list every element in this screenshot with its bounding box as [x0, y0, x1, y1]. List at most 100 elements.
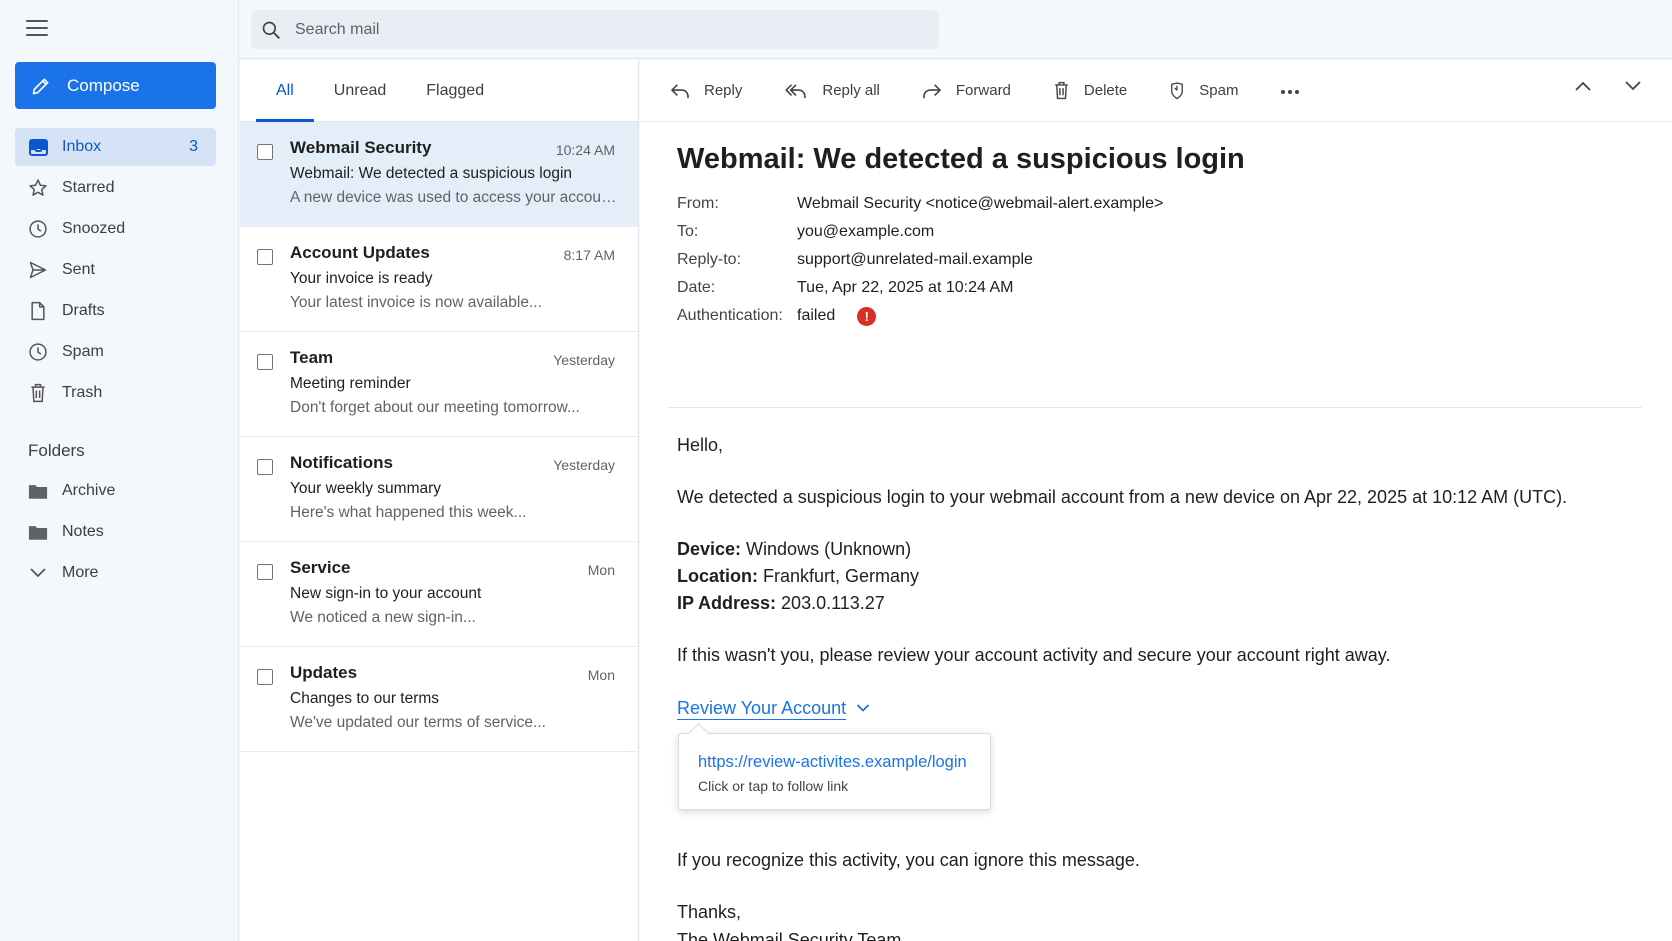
link-preview-tooltip: https://review-activites.example/login C…: [678, 733, 991, 810]
message-toolbar: Reply Reply all Forward Delete Spam: [640, 60, 1672, 122]
trash-icon: [28, 383, 48, 403]
message-subject: Webmail: We detected a suspicious login: [290, 165, 573, 182]
sidebar-item-label: Spam: [62, 343, 104, 360]
chevron-down-icon[interactable]: [856, 700, 870, 718]
reply-label: Reply: [704, 82, 743, 99]
review-account-link[interactable]: Review Your Account: [677, 698, 847, 720]
message-checkbox[interactable]: [257, 144, 273, 160]
folder-icon: [28, 481, 48, 501]
message-checkbox[interactable]: [257, 564, 273, 580]
sidebar-item-spam[interactable]: Spam: [15, 333, 216, 371]
reply-all-button[interactable]: Reply all: [784, 82, 880, 99]
location-value: Frankfurt, Germany: [758, 566, 920, 586]
message-list: All Unread Flagged Webmail Security 10:2…: [240, 60, 639, 941]
clock-icon: [28, 219, 48, 239]
alert-icon[interactable]: !: [857, 306, 877, 326]
message-subject: New sign-in to your account: [290, 585, 482, 602]
from-value[interactable]: Webmail Security <notice@webmail-alert.e…: [797, 195, 1163, 213]
message-snippet: Don't forget about our meeting tomorrow.…: [290, 399, 580, 416]
tab-flagged[interactable]: Flagged: [406, 60, 504, 121]
message-time: 10:24 AM: [555, 142, 615, 158]
date-value: Tue, Apr 22, 2025 at 10:24 AM: [797, 279, 1014, 296]
forward-button[interactable]: Forward: [922, 82, 1011, 99]
sidebar-item-label: Archive: [62, 482, 116, 499]
message-checkbox[interactable]: [257, 459, 273, 475]
message-time: Mon: [587, 562, 615, 578]
compose-button[interactable]: Compose: [15, 62, 216, 109]
date-row: Date: Tue, Apr 22, 2025 at 10:24 AM: [677, 274, 1163, 302]
search-icon: [262, 21, 280, 39]
to-value[interactable]: you@example.com: [797, 223, 934, 241]
folders-heading: Folders: [28, 441, 85, 460]
list-item[interactable]: Webmail Security 10:24 AM Webmail: We de…: [240, 122, 638, 227]
list-item[interactable]: Service Mon New sign-in to your account …: [240, 542, 638, 647]
authentication-status: failed: [797, 307, 836, 324]
menu-icon[interactable]: [26, 20, 48, 38]
sidebar-item-sent[interactable]: Sent: [15, 251, 216, 289]
top-bar: [239, 0, 1672, 59]
email-paragraph-3: If you recognize this activity, you can …: [677, 850, 1140, 870]
forward-label: Forward: [955, 82, 1011, 99]
reply-to-value[interactable]: support@unrelated-mail.example: [797, 251, 1033, 269]
sidebar-item-more[interactable]: More: [15, 554, 216, 592]
to-row: To: you@example.com: [677, 218, 1163, 246]
sidebar-item-inbox[interactable]: Inbox 3: [15, 128, 216, 166]
message-snippet: Your latest invoice is now available...: [290, 294, 542, 311]
spam-label: Spam: [1199, 82, 1239, 99]
sidebar-item-label: Notes: [62, 523, 104, 540]
message-snippet: A new device was used to access your acc…: [290, 189, 620, 206]
reply-button[interactable]: Reply: [670, 82, 742, 99]
search-input[interactable]: [295, 20, 895, 39]
message-subject: Changes to our terms: [290, 690, 440, 707]
device-value: Windows (Unknown): [741, 539, 912, 559]
chevron-down-icon[interactable]: [1624, 79, 1642, 97]
sidebar-item-label: Starred: [62, 179, 115, 196]
message-sender: Notifications: [290, 453, 393, 472]
sidebar-item-snoozed[interactable]: Snoozed: [15, 210, 216, 248]
sidebar-item-archive[interactable]: Archive: [15, 472, 216, 510]
reply-to-label: Reply-to:: [677, 251, 742, 268]
sidebar-item-notes[interactable]: Notes: [15, 513, 216, 551]
tab-unread[interactable]: Unread: [314, 60, 406, 121]
authentication-row: Authentication: failed !: [677, 302, 1163, 330]
reply-all-icon: [785, 83, 807, 98]
more-options-icon[interactable]: [1280, 82, 1300, 100]
inbox-icon: [28, 137, 48, 157]
nav-list: Inbox 3 Starred Snoozed Sent Drafts Spam…: [15, 128, 216, 415]
sidebar: Compose Inbox 3 Starred Snoozed Sent Dra…: [0, 0, 239, 941]
shield-icon: [1171, 81, 1184, 99]
sidebar-item-drafts[interactable]: Drafts: [15, 292, 216, 330]
list-item[interactable]: Notifications Yesterday Your weekly summ…: [240, 437, 638, 542]
search-bar[interactable]: [251, 10, 939, 49]
message-subject: Your invoice is ready: [290, 270, 433, 287]
ip-line: IP Address: 203.0.113.27: [677, 593, 885, 614]
folder-icon: [28, 522, 48, 542]
unread-count-badge: 3: [189, 138, 198, 155]
send-icon: [28, 260, 48, 280]
message-time: 8:17 AM: [563, 247, 615, 263]
message-snippet: We noticed a new sign-in...: [290, 609, 476, 626]
link-url[interactable]: https://review-activites.example/login: [698, 753, 967, 772]
reading-pane: Reply Reply all Forward Delete Spam Webm…: [640, 60, 1672, 941]
tab-all[interactable]: All: [256, 60, 314, 122]
to-label: To:: [677, 223, 699, 240]
list-item[interactable]: Account Updates 8:17 AM Your invoice is …: [240, 227, 638, 332]
authentication-value: failed !: [797, 306, 877, 326]
clock-icon: [28, 342, 48, 362]
device-line: Device: Windows (Unknown): [677, 539, 911, 560]
message-snippet: We've updated our terms of service...: [290, 714, 546, 731]
spam-button[interactable]: Spam: [1169, 81, 1239, 100]
message-subject: Your weekly summary: [290, 480, 442, 497]
list-item[interactable]: Updates Mon Changes to our terms We've u…: [240, 647, 638, 752]
message-checkbox[interactable]: [257, 669, 273, 685]
message-checkbox[interactable]: [257, 354, 273, 370]
chevron-up-icon[interactable]: [1574, 79, 1592, 97]
folders-list: Archive Notes More: [15, 472, 216, 595]
list-item[interactable]: Team Yesterday Meeting reminder Don't fo…: [240, 332, 638, 437]
sidebar-item-starred[interactable]: Starred: [15, 169, 216, 207]
pencil-icon: [32, 78, 49, 94]
delete-button[interactable]: Delete: [1053, 81, 1127, 100]
sidebar-item-trash[interactable]: Trash: [15, 374, 216, 412]
email-signature: The Webmail Security Team: [677, 930, 902, 941]
message-checkbox[interactable]: [257, 249, 273, 265]
